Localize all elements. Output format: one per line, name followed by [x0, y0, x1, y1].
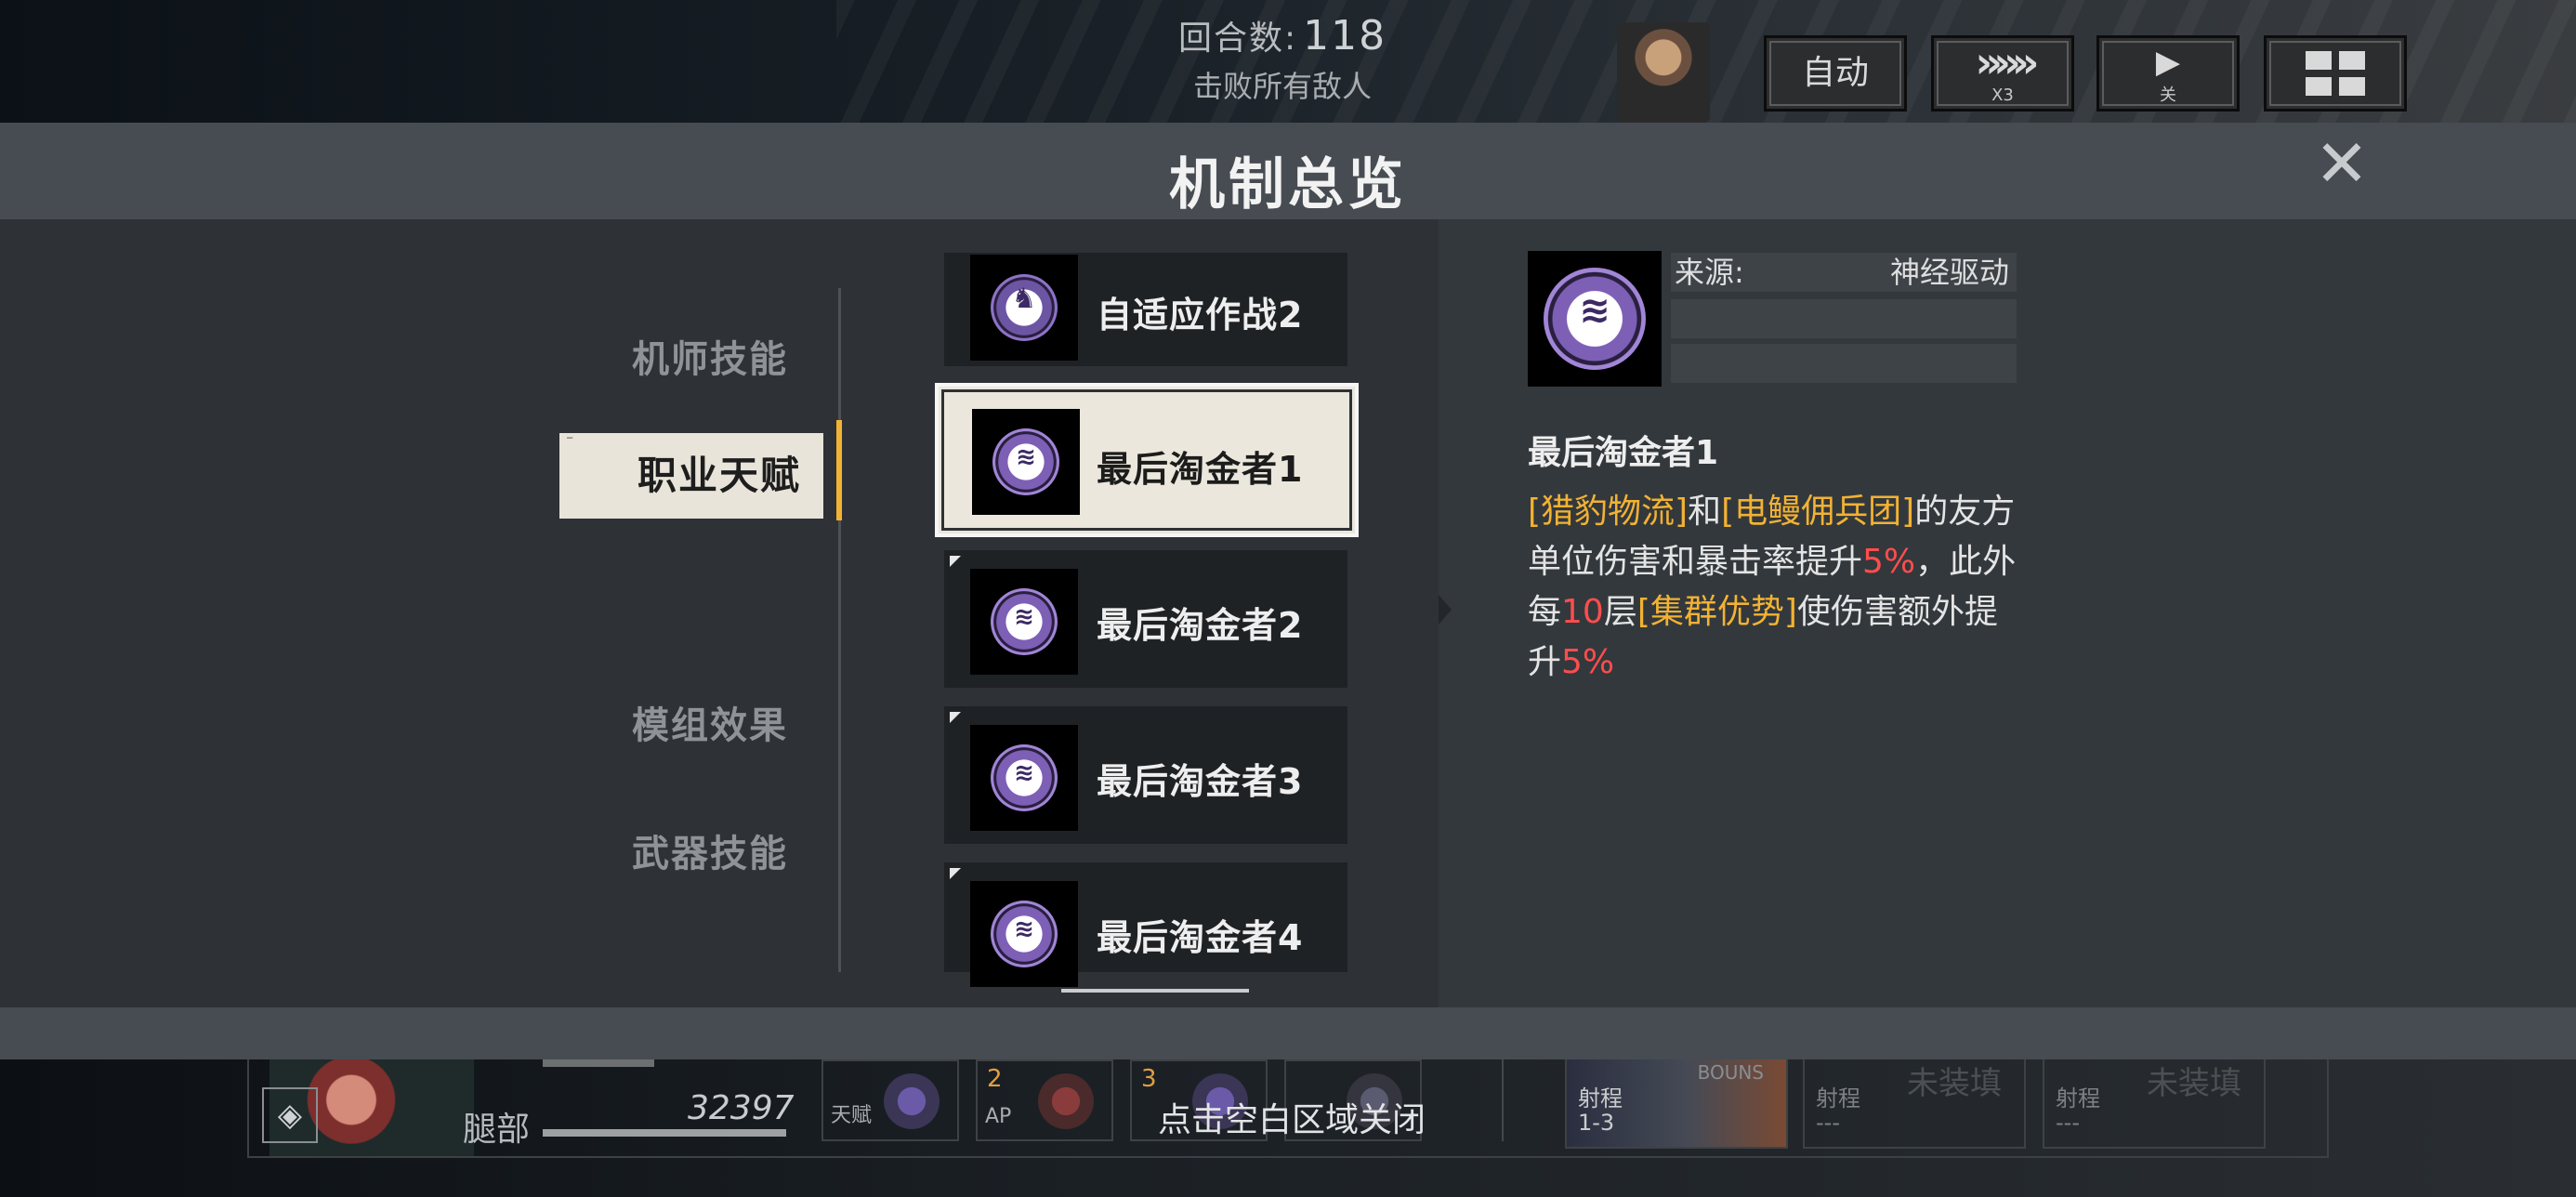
active-category-marker — [836, 420, 842, 520]
battle-objective: 击败所有敌人 — [1192, 69, 1372, 104]
skill-card[interactable]: ≋ 最后淘金者2 — [944, 550, 1347, 688]
weapon-range-value: 1-3 — [1578, 1110, 1615, 1136]
talent-skill-slot[interactable]: 天赋 — [821, 1059, 959, 1141]
close-icon[interactable]: ✕ — [2312, 131, 2372, 196]
info-row-empty — [1671, 299, 2017, 338]
turn-counter: 回合数: 118 — [1097, 11, 1468, 59]
card-corner-mark — [950, 868, 961, 879]
auto-button[interactable]: 自动 — [1764, 35, 1907, 112]
weapon-slot-2[interactable]: 未装填 射程 --- — [1803, 1056, 2026, 1149]
fast-forward-icon: »»» — [1975, 37, 2039, 87]
part-hp-bar — [543, 1129, 786, 1137]
auto-button-label: 自动 — [1801, 54, 1869, 92]
turn-value: 118 — [1303, 12, 1387, 59]
part-hp-value: 32397 — [688, 1089, 795, 1127]
bottom-hud-divider — [1502, 1056, 1504, 1141]
weapon-ghost-label: BOUNS — [1697, 1061, 1764, 1084]
desc-keyword: [电鳗佣兵团] — [1721, 493, 1915, 531]
tap-to-close-hint[interactable]: 点击空白区域关闭 — [1152, 1093, 1431, 1141]
weapon-range-label: 射程 — [1816, 1085, 1860, 1112]
info-row-empty — [1671, 344, 2017, 383]
speed-button[interactable]: »»» X3 — [1931, 35, 2074, 112]
skill-card-selected[interactable]: ≋ 最后淘金者1 — [935, 383, 1359, 537]
category-weapon-skills[interactable]: 武器技能 — [632, 823, 788, 877]
gold-digger-emblem-icon: ≋ — [972, 409, 1080, 515]
weapon-slot-3[interactable]: 未装填 射程 --- — [2043, 1056, 2266, 1149]
weapon-range-label: 射程 — [1578, 1085, 1623, 1112]
category-class-talents[interactable]: ▔ 职业天赋 — [559, 433, 823, 519]
skill-card[interactable]: ≋ 最后淘金者3 — [944, 706, 1347, 844]
weapon-range-value: --- — [2056, 1110, 2080, 1136]
layers-icon[interactable]: ◈ — [262, 1087, 318, 1143]
speed-label: X3 — [1991, 86, 2014, 105]
target-skill-icon — [1033, 1069, 1098, 1134]
category-label: 职业天赋 — [637, 453, 802, 498]
film-play-icon: ▶ — [2155, 44, 2181, 81]
skill-slot-number: 3 — [1141, 1065, 1157, 1093]
skill-slot-2[interactable]: 2 AP — [976, 1059, 1113, 1141]
list-scroll-indicator[interactable] — [1061, 989, 1249, 993]
skill-name: 自适应作战2 — [1097, 295, 1304, 335]
weapon-slot-1[interactable]: BOUNS 射程 1-3 — [1565, 1056, 1788, 1149]
source-label: 来源: — [1675, 255, 1744, 290]
gold-digger-emblem-icon: ≋ — [1528, 251, 1662, 387]
skill-card[interactable]: ♞ 自适应作战2 — [944, 253, 1347, 366]
replay-label: 关 — [2160, 86, 2176, 105]
card-corner-mark — [950, 556, 961, 567]
card-corner-mark — [950, 712, 961, 723]
detail-description: [猎豹物流]和[电鳗佣兵团]的友方单位伤害和暴击率提升5%，此外每10层[集群优… — [1528, 487, 2030, 688]
skill-slot-label: AP — [985, 1105, 1012, 1128]
talent-emblem-icon — [879, 1069, 944, 1134]
detail-skill-name: 最后淘金者1 — [1528, 434, 1719, 472]
category-pilot-skills[interactable]: 机师技能 — [632, 329, 788, 383]
skill-name: 最后淘金者4 — [1097, 917, 1304, 958]
replay-button[interactable]: ▶ 关 — [2096, 35, 2240, 112]
adaptive-emblem-icon: ♞ — [970, 255, 1078, 361]
category-divider — [838, 288, 841, 972]
part-hp-bar-top — [543, 1059, 654, 1067]
weapon-ghost-label: 未装填 — [2147, 1065, 2241, 1102]
pilot-avatar — [1617, 22, 1710, 123]
desc-value: 10 — [1561, 593, 1604, 631]
part-label: 腿部 — [463, 1111, 531, 1149]
desc-text: 层 — [1603, 593, 1637, 631]
desc-value: 5% — [1561, 643, 1615, 681]
gold-digger-emblem-icon: ≋ — [970, 569, 1078, 675]
category-module-effects[interactable]: 模组效果 — [632, 695, 788, 749]
desc-value: 5% — [1862, 543, 1916, 581]
weapon-ghost-label: 未装填 — [1907, 1065, 2002, 1102]
source-value: 神经驱动 — [1889, 255, 2009, 290]
tab-decoration: ▔ — [567, 438, 575, 446]
desc-keyword: [集群优势] — [1636, 593, 1797, 631]
skill-card[interactable]: ≋ 最后淘金者4 — [944, 862, 1347, 987]
gold-digger-emblem-icon: ≋ — [970, 725, 1078, 831]
weapon-range-value: --- — [1816, 1110, 1840, 1136]
menu-button[interactable] — [2264, 35, 2407, 112]
grid-menu-icon — [2306, 51, 2367, 98]
skill-name: 最后淘金者3 — [1097, 761, 1304, 802]
skill-name: 最后淘金者2 — [1097, 605, 1304, 646]
modal-footer — [0, 1007, 2576, 1059]
skill-slot-number: 2 — [987, 1065, 1003, 1093]
turn-label: 回合数: — [1177, 20, 1298, 58]
weapon-range-label: 射程 — [2056, 1085, 2100, 1112]
desc-keyword: [猎豹物流] — [1528, 493, 1689, 531]
gold-digger-emblem-icon: ≋ — [970, 881, 1078, 987]
desc-text: 和 — [1688, 493, 1722, 531]
skill-name: 最后淘金者1 — [1097, 449, 1304, 490]
panel-pointer — [1439, 595, 1452, 625]
modal-title: 机制总览 — [1169, 152, 1407, 217]
skill-slot-label: 天赋 — [831, 1104, 873, 1127]
